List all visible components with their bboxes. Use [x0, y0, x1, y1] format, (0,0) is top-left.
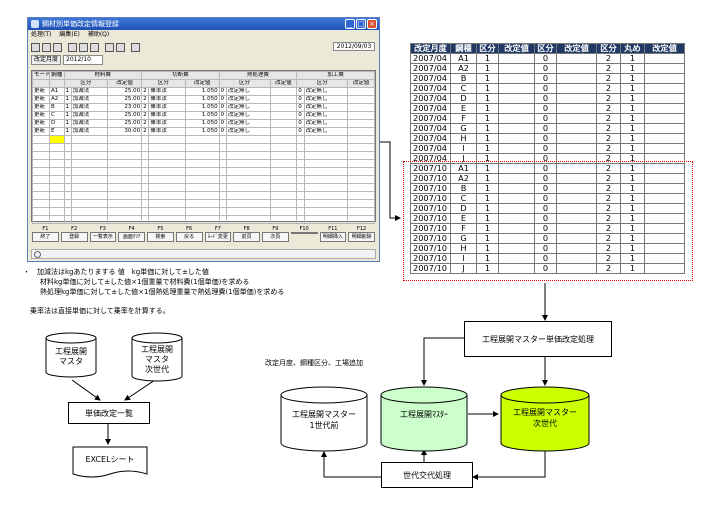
master-db-label1: 工程展開 [55, 347, 87, 356]
master-next-gen-db: 工程展開マスター 次世代 [500, 386, 590, 452]
master-next-gen-label2: 次世代 [533, 419, 557, 428]
master-current-db: 工程展開ﾏｽﾀｰ [380, 386, 468, 452]
master-next-label3: 次世代 [145, 365, 169, 374]
excel-sheet-label: EXCELシート [85, 455, 135, 464]
master-next-label2: マスタ [145, 355, 169, 364]
master-db: 工程展開 マスタ [45, 332, 97, 378]
master-current-label: 工程展開ﾏｽﾀｰ [400, 410, 448, 419]
master-prev-label2: 1世代前 [309, 421, 339, 430]
unit-price-revision-process-box: 工程展開マスター単価改定処理 [464, 321, 612, 357]
master-next-gen-label1: 工程展開マスター [513, 408, 577, 417]
master-prev-gen-db: 工程展開マスター 1世代前 [280, 386, 368, 452]
price-revision-list-box: 単価改定一覧 [68, 402, 150, 424]
generation-swap-box: 世代交代処理 [381, 462, 473, 488]
master-next-label1: 工程展開 [141, 345, 173, 354]
master-prev-label1: 工程展開マスター [292, 410, 356, 419]
excel-sheet-doc: EXCELシート [72, 446, 148, 480]
master-db-label2: マスタ [59, 357, 83, 366]
master-next-db: 工程展開 マスタ 次世代 [131, 332, 183, 382]
